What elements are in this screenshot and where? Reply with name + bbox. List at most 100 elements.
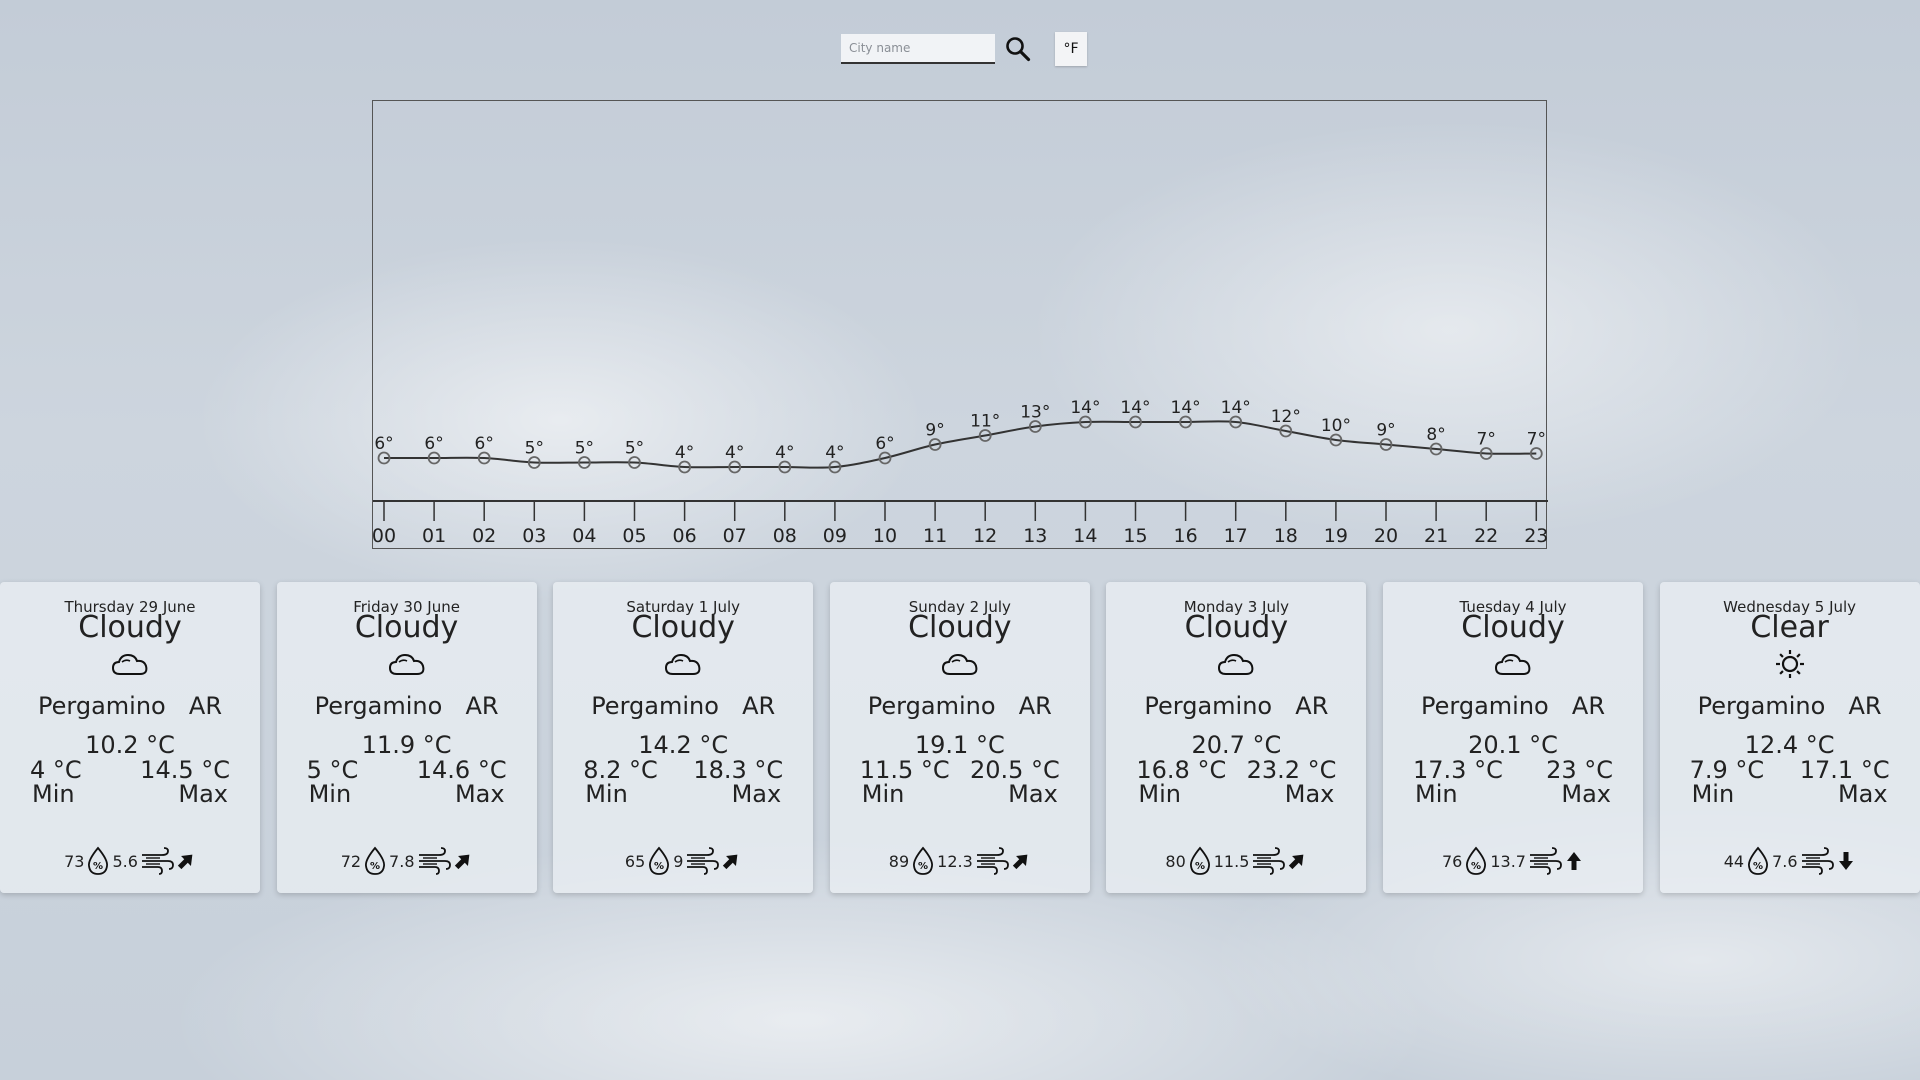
- forecast-city: Pergamino: [1144, 692, 1273, 720]
- temperature-point-label: 6°: [374, 434, 393, 454]
- forecast-city: Pergamino: [314, 692, 443, 720]
- svg-text:%: %: [918, 861, 928, 872]
- forecast-card: Monday 3 July Cloudy Pergamino AR 20.7 °…: [1106, 582, 1367, 893]
- forecast-stats: 73 % 5.6: [0, 846, 260, 876]
- max-label: Max: [1561, 780, 1611, 808]
- min-label: Min: [1691, 780, 1735, 808]
- forecast-stats: 80 % 11.5: [1106, 846, 1366, 876]
- humidity-value: 80: [1165, 851, 1186, 871]
- x-axis-tick-label: 01: [422, 525, 446, 547]
- forecast-city: Pergamino: [867, 692, 996, 720]
- humidity-icon: %: [86, 846, 110, 876]
- x-axis-tick-label: 02: [472, 525, 496, 547]
- x-axis-tick-label: 21: [1424, 525, 1448, 547]
- forecast-temperature: 14.2 °C: [638, 731, 729, 759]
- city-search-input[interactable]: [841, 34, 995, 64]
- x-axis-tick-label: 16: [1174, 525, 1198, 547]
- forecast-condition: Cloudy: [908, 610, 1012, 645]
- forecast-condition: Clear: [1750, 610, 1829, 645]
- temperature-point-label: 14°: [1120, 398, 1150, 418]
- temperature-point-label: 5°: [575, 439, 594, 459]
- x-axis-tick-label: 12: [973, 525, 997, 547]
- wind-speed-value: 13.7: [1490, 851, 1526, 871]
- hourly-temperature-chart: 6° 00 6° 01 6° 02 5° 03 5° 04 5° 05 4° 06 4° 07 4° 08 4° 09…: [372, 100, 1548, 549]
- wind-direction-arrow-icon: [721, 851, 741, 871]
- temperature-point-label: 8°: [1426, 425, 1445, 445]
- wind-icon: [1528, 847, 1562, 875]
- x-axis-tick-label: 23: [1524, 525, 1548, 547]
- temperature-point-label: 11°: [970, 412, 1000, 432]
- forecast-temperature: 20.1 °C: [1468, 731, 1558, 759]
- forecast-temperature: 12.4 °C: [1744, 731, 1835, 759]
- forecast-condition: Cloudy: [1184, 610, 1289, 645]
- forecast-card: Sunday 2 July Cloudy Pergamino AR 19.1 °…: [829, 582, 1090, 893]
- x-axis-tick-label: 11: [923, 525, 947, 547]
- forecast-country: AR: [465, 692, 499, 720]
- temperature-point-label: 4°: [775, 443, 794, 463]
- temperature-point-label: 14°: [1221, 398, 1251, 418]
- forecast-country: AR: [1295, 692, 1329, 720]
- temperature-point-label: 12°: [1271, 407, 1301, 427]
- min-label: Min: [1138, 780, 1181, 808]
- unit-toggle-button[interactable]: °F: [1055, 32, 1087, 66]
- forecast-condition: Cloudy: [1461, 610, 1565, 645]
- svg-text:%: %: [1195, 861, 1205, 872]
- humidity-value: 76: [1442, 851, 1463, 871]
- forecast-city: Pergamino: [591, 692, 719, 720]
- humidity-icon: %: [1188, 846, 1212, 876]
- wind-speed-value: 5.6: [112, 851, 138, 871]
- wind-direction-arrow-icon: [1564, 851, 1584, 871]
- x-axis-tick-label: 08: [773, 525, 797, 547]
- humidity-icon: %: [647, 846, 671, 876]
- humidity-value: 65: [624, 851, 646, 871]
- humidity-icon: %: [1746, 846, 1770, 876]
- humidity-icon: %: [1464, 846, 1488, 876]
- x-axis-tick-label: 15: [1123, 525, 1147, 547]
- forecast-stats: 44 % 7.6: [1660, 846, 1920, 876]
- forecast-cards: Thursday 29 June Cloudy Pergamino AR 10.…: [0, 582, 1920, 893]
- min-label: Min: [308, 780, 352, 808]
- wind-speed-value: 7.6: [1772, 851, 1798, 871]
- forecast-stats: 65 % 9: [553, 846, 813, 876]
- humidity-value: 89: [888, 851, 910, 871]
- temperature-point-label: 6°: [424, 434, 443, 454]
- search-button[interactable]: [1003, 34, 1033, 64]
- forecast-country: AR: [1571, 692, 1605, 720]
- max-label: Max: [1284, 780, 1335, 808]
- max-label: Max: [454, 780, 505, 808]
- wind-speed-value: 7.8: [389, 851, 415, 871]
- cloud-icon: [940, 648, 980, 680]
- forecast-temperature: 19.1 °C: [914, 731, 1005, 759]
- x-axis-tick-label: 05: [622, 525, 646, 547]
- cloud-icon: [110, 648, 150, 680]
- x-axis-tick-label: 07: [723, 525, 747, 547]
- wind-direction-arrow-icon: [1836, 851, 1856, 871]
- svg-text:%: %: [370, 861, 380, 872]
- forecast-card: Thursday 29 June Cloudy Pergamino AR 10.…: [0, 582, 260, 893]
- x-axis-tick-label: 06: [673, 525, 697, 547]
- wind-icon: [1251, 847, 1286, 875]
- temperature-point-label: 9°: [925, 421, 944, 441]
- wind-icon: [140, 847, 174, 875]
- forecast-city: Pergamino: [1421, 692, 1549, 720]
- x-axis-tick-label: 09: [823, 525, 847, 547]
- temperature-point-label: 6°: [475, 434, 494, 454]
- temperature-point-label: 13°: [1020, 403, 1050, 423]
- max-label: Max: [731, 780, 782, 808]
- temperature-point-label: 10°: [1321, 416, 1351, 436]
- x-axis-tick-label: 04: [572, 525, 596, 547]
- wind-direction-arrow-icon: [1011, 851, 1031, 871]
- x-axis-tick-label: 03: [522, 525, 546, 547]
- cloud-icon: [387, 648, 427, 680]
- wind-speed-value: 12.3: [937, 851, 973, 871]
- humidity-value: 73: [64, 851, 85, 871]
- x-axis-tick-label: 10: [873, 525, 897, 547]
- max-label: Max: [1837, 780, 1888, 808]
- temperature-point-label: 14°: [1171, 398, 1201, 418]
- temperature-point-label: 4°: [825, 443, 844, 463]
- search-icon: [1006, 37, 1031, 62]
- forecast-country: AR: [188, 692, 222, 720]
- forecast-country: AR: [1848, 692, 1882, 720]
- x-axis-tick-label: 20: [1374, 525, 1398, 547]
- temperature-point-label: 5°: [625, 439, 644, 459]
